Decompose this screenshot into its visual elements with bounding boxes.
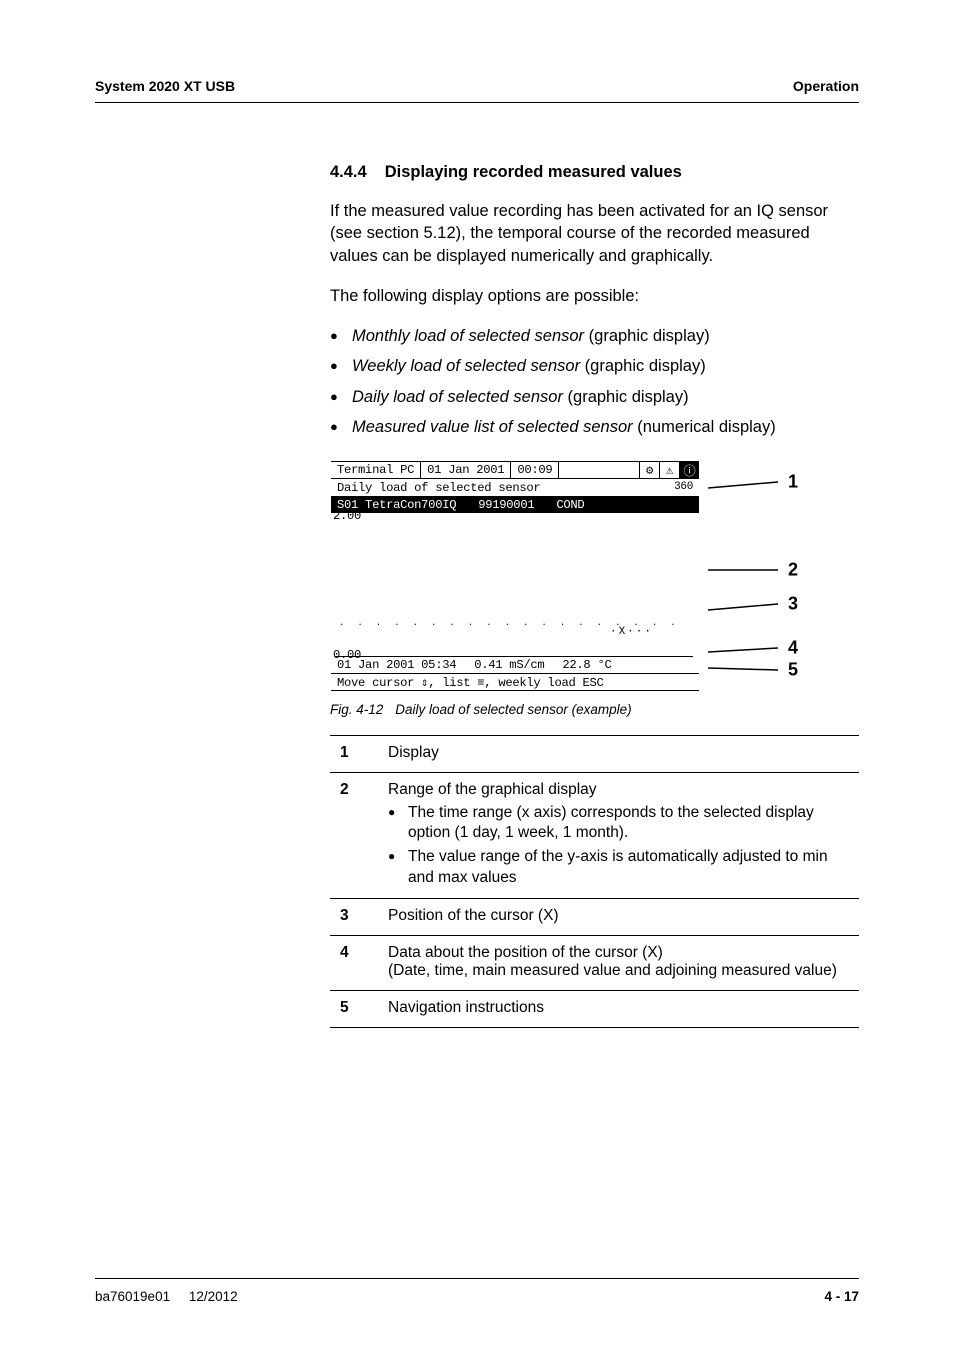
option-monthly: Monthly load of selected sensor (graphic… [330, 325, 859, 347]
figure-4-12: Terminal PC 01 Jan 2001 00:09 ⚙ ⚠ ⓘ Dail… [330, 460, 859, 692]
header-left: System 2020 XT USB [95, 78, 235, 94]
screen-title-bar: Terminal PC 01 Jan 2001 00:09 ⚙ ⚠ ⓘ [331, 461, 699, 479]
device-screen: Terminal PC 01 Jan 2001 00:09 ⚙ ⚠ ⓘ Dail… [330, 460, 700, 692]
display-options-list: Monthly load of selected sensor (graphic… [330, 325, 859, 438]
figure-callouts: 1 2 3 4 5 [708, 460, 808, 678]
warning-icon: ⚠ [659, 462, 679, 478]
page-footer: ba76019e01 12/2012 4 - 17 [95, 1278, 859, 1304]
figure-caption: Fig. 4-12 Daily load of selected sensor … [330, 702, 859, 717]
screen-date: 01 Jan 2001 [421, 462, 511, 478]
figure-caption-text: Daily load of selected sensor (example) [395, 702, 631, 717]
graph-cursor: ·X··· [610, 626, 653, 638]
y-axis-min: 0.00 [333, 648, 361, 662]
section-title: Displaying recorded measured values [385, 163, 682, 182]
callout-4: 4 [788, 638, 798, 659]
callout-1: 1 [788, 472, 798, 493]
screen-sensor-serial: 99190001 [478, 498, 534, 512]
option-list: Measured value list of selected sensor (… [330, 416, 859, 438]
option-daily: Daily load of selected sensor (graphic d… [330, 386, 859, 408]
callout-3: 3 [788, 594, 798, 615]
callout-5: 5 [788, 660, 798, 681]
option-weekly: Weekly load of selected sensor (graphic … [330, 355, 859, 377]
legend-row-4: 4 Data about the position of the cursor … [330, 935, 859, 990]
footer-page-number: 4 - 17 [824, 1289, 859, 1304]
screen-sensor-type: COND [556, 498, 584, 512]
screen-scale-indicator: 360 [674, 481, 693, 493]
running-header: System 2020 XT USB Operation [95, 78, 859, 103]
cursor-value: 0.41 mS/cm [474, 658, 544, 672]
legend-row-5: 5 Navigation instructions [330, 990, 859, 1027]
screen-cursor-info: 01 Jan 2001 05:34 0.41 mS/cm 22.8 °C [331, 657, 699, 674]
legend-row-3: 3 Position of the cursor (X) [330, 898, 859, 935]
header-right: Operation [793, 78, 859, 94]
footer-date: 12/2012 [189, 1289, 238, 1304]
screen-time: 00:09 [511, 462, 559, 478]
screen-terminal-label: Terminal PC [331, 462, 421, 478]
legend-table: 1 Display 2 Range of the graphical displ… [330, 735, 859, 1028]
info-icon: ⓘ [679, 462, 699, 478]
legend-row-2: 2 Range of the graphical display The tim… [330, 773, 859, 899]
legend-row-1: 1 Display [330, 736, 859, 773]
y-axis-max: 2.00 [333, 509, 361, 523]
screen-sensor-bar: S01 TetraCon700IQ 99190001 COND [331, 497, 699, 513]
cursor-temperature: 22.8 °C [562, 658, 611, 672]
section-heading: 4.4.4 Displaying recorded measured value… [330, 163, 859, 182]
intro-paragraph-2: The following display options are possib… [330, 285, 859, 307]
screen-navigation-hint: Move cursor ⇕, list ≡, weekly load ESC [331, 674, 699, 691]
footer-doc-id: ba76019e01 [95, 1289, 170, 1304]
section-number: 4.4.4 [330, 163, 367, 182]
callout-2: 2 [788, 560, 798, 581]
screen-graph-area: 2.00 0.00 · · · · · · · · · · · · · · · … [335, 513, 693, 657]
settings-icon: ⚙ [639, 462, 659, 478]
screen-subtitle: Daily load of selected sensor 360 [331, 479, 699, 497]
intro-paragraph-1: If the measured value recording has been… [330, 200, 859, 267]
figure-number: Fig. 4-12 [330, 702, 383, 717]
